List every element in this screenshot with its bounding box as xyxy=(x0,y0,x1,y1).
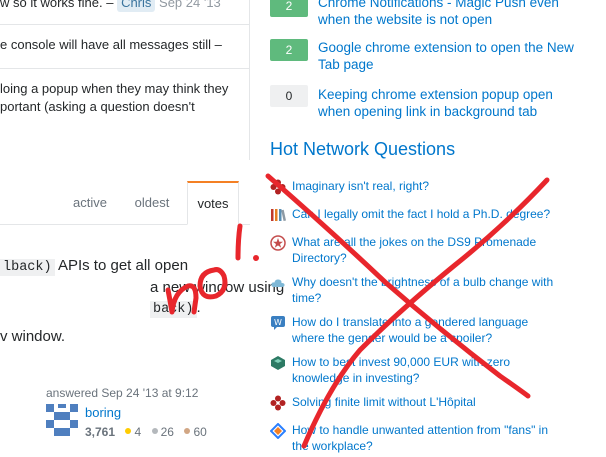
comment-text-line: portant (asking a question doesn't xyxy=(0,99,195,114)
gold-badge-icon xyxy=(125,428,132,435)
gold-badge-count: 4 xyxy=(134,425,142,439)
silver-badge-icon xyxy=(151,428,158,435)
linked-question-link[interactable]: Keeping chrome extension popup open when… xyxy=(318,86,588,120)
comment: w so it works fine. – Chris Sep 24 '13 xyxy=(0,0,221,12)
comment: loing a popup when they may think they p… xyxy=(0,80,228,116)
comment-date: Sep 24 '13 xyxy=(159,0,221,10)
puzzling-site-icon xyxy=(270,235,286,251)
answer-line: v window. xyxy=(0,328,66,345)
comment-user-link[interactable]: Chris xyxy=(117,0,156,12)
handwriting-exclamation xyxy=(235,223,243,261)
comment-text: e console will have all messages still – xyxy=(0,37,222,52)
money-site-icon xyxy=(271,356,285,370)
inline-code: lback) xyxy=(0,259,55,276)
inline-code: back) xyxy=(150,301,197,318)
question-score-badge: 0 xyxy=(270,85,308,107)
answer-line: lback) APIs to get all open xyxy=(0,256,284,278)
math-site-icon xyxy=(270,179,286,195)
math-site-icon xyxy=(270,395,286,411)
workplace-site-icon xyxy=(270,423,286,439)
hot-question-link[interactable]: How to handle unwanted attention from "f… xyxy=(292,422,562,454)
question-score-badge: 2 xyxy=(270,39,308,61)
hot-question-link[interactable]: Solving finite limit without L'Hôpital xyxy=(292,394,562,410)
linked-question-link[interactable]: Google chrome extension to open the New … xyxy=(318,39,588,73)
reputation-score: 3,761 xyxy=(85,425,116,439)
silver-badge-count: 26 xyxy=(160,425,174,439)
comment-divider xyxy=(0,68,250,69)
question-score-badge: 2 xyxy=(270,0,308,17)
comment-text-line: loing a popup when they may think they xyxy=(0,81,229,96)
bronze-badge-count: 60 xyxy=(193,425,207,439)
hot-question-link[interactable]: Why doesn't the brightness of a bulb cha… xyxy=(292,274,562,306)
answer-text: . xyxy=(196,299,201,316)
answer-sort-tabs: active oldest votes xyxy=(0,181,250,225)
bronze-badge-icon xyxy=(184,428,191,435)
answer-body: lback) APIs to get all open a new window… xyxy=(0,256,284,320)
linguistics-site-icon: W xyxy=(271,316,285,330)
linked-question-link[interactable]: Chrome Notifications - Magic Push even w… xyxy=(318,0,588,28)
hot-question-link[interactable]: Imaginary isn't real, right? xyxy=(292,178,562,194)
comment: e console will have all messages still – xyxy=(0,36,222,54)
user-avatar[interactable] xyxy=(46,404,78,436)
hot-question-link[interactable]: How do I translate into a gendered langu… xyxy=(292,314,562,346)
svg-text:W: W xyxy=(274,318,282,327)
tab-active[interactable]: active xyxy=(62,181,118,224)
user-flair: 3,761 4 26 60 xyxy=(85,423,207,441)
hot-question-link[interactable]: What are all the jokes on the DS9 Promen… xyxy=(292,234,562,266)
hot-question-link[interactable]: How to best invest 90,000 EUR with zero … xyxy=(292,354,562,386)
comment-divider xyxy=(0,24,250,25)
physics-site-icon xyxy=(271,279,285,287)
comment-text: w so it works fine. – xyxy=(0,0,114,10)
tab-oldest[interactable]: oldest xyxy=(124,181,180,224)
hot-network-questions-heading[interactable]: Hot Network Questions xyxy=(270,139,455,160)
academia-site-icon xyxy=(271,209,286,221)
tab-votes[interactable]: votes xyxy=(187,181,239,225)
answer-line: back). xyxy=(150,298,284,320)
post-signature-action[interactable]: answered Sep 24 '13 at 9:12 xyxy=(46,386,198,400)
answer-line: a new window using xyxy=(150,279,285,296)
user-name-link[interactable]: boring xyxy=(85,405,121,420)
hot-question-link[interactable]: Can I legally omit the fact I hold a Ph.… xyxy=(292,206,562,222)
answer-text: APIs to get all open xyxy=(57,257,189,274)
